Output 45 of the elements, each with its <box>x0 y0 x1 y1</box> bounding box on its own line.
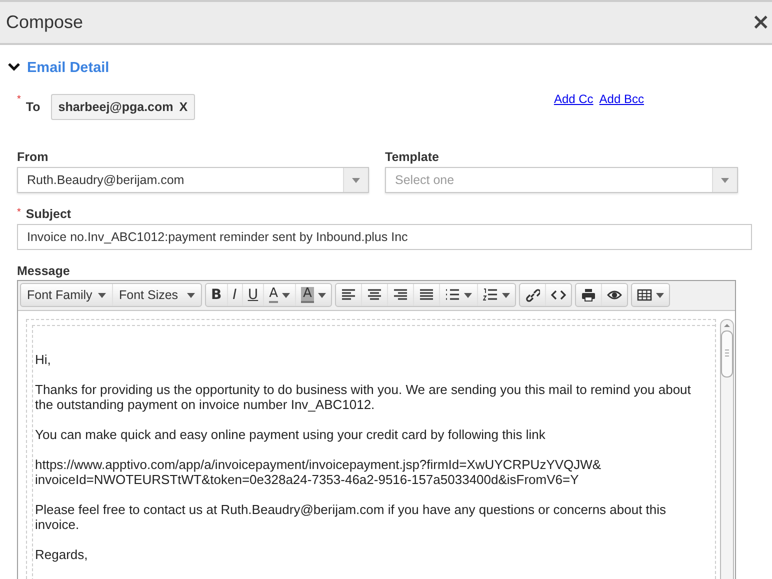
field-label: Template <box>385 150 440 164</box>
recipient-address: sharbeej@pga.com <box>58 100 174 114</box>
eye-icon <box>606 288 622 302</box>
required-marker: * <box>17 94 21 105</box>
underline-button[interactable]: U <box>242 284 264 306</box>
align-right-icon <box>392 288 408 302</box>
subject-field[interactable]: Invoice no.Inv_ABC1012:payment reminder sent by Inbound.plus Inc <box>17 224 752 250</box>
field-label: To <box>26 100 40 114</box>
justify-icon <box>418 288 434 302</box>
section-header[interactable]: Email Detail <box>8 60 772 76</box>
field-label: Message <box>17 264 71 278</box>
message-paragraph: Thanks for providing us the opportunity to do business with you. We are sending you this mail to remind you about the outstanding payment on invoice number Inv_ABC1012. <box>35 382 692 412</box>
message-paragraph: You can make quick and easy online payment using your credit card by following this link <box>35 427 546 442</box>
numbered-list-icon <box>482 288 498 302</box>
italic-button[interactable]: I <box>228 284 243 306</box>
table-icon <box>636 288 652 302</box>
add-recipient-link[interactable]: Add Bcc <box>599 92 644 106</box>
add-recipient-link[interactable]: Add Cc <box>554 92 594 106</box>
message-paragraph: Regards, <box>35 547 89 562</box>
highlight-color-button[interactable]: A <box>296 284 331 306</box>
required-marker: * <box>17 207 21 218</box>
align-center-icon <box>366 288 382 302</box>
caret-icon <box>352 178 360 182</box>
align-left-icon <box>340 288 356 302</box>
font-dropdown[interactable]: Font Sizes <box>113 284 201 306</box>
message-paragraph: https://www.apptivo.com/app/a/invoicepayment/invoicepayment.jsp?firmId=XwUYCRPUzYVQJW& invoiceId=NWOTEURSTtWT&token=0e328a24-7353-46a2-9516-157a5033400d&isFromV6=Y <box>35 457 602 487</box>
bulleted-list-icon <box>444 288 460 302</box>
field-label: From <box>17 150 50 164</box>
text-color-button[interactable]: A <box>264 284 296 306</box>
caret-icon <box>98 292 106 298</box>
field-label: Subject <box>26 207 72 221</box>
close-button[interactable]: × <box>752 10 770 34</box>
font-dropdown[interactable]: Font Family <box>21 284 113 306</box>
message-paragraph: Please feel free to contact us at Ruth.Beaudry@berijam.com if you have any questions or concerns about this invoice. <box>35 502 668 532</box>
link-icon <box>524 288 540 302</box>
remove-button[interactable]: X <box>179 100 188 114</box>
caret-icon <box>721 178 729 182</box>
from-select[interactable]: Ruth.Beaudry@berijam.com <box>17 167 369 193</box>
message-paragraph: Hi, <box>35 352 52 367</box>
printer-icon <box>580 288 596 302</box>
bold-button[interactable]: B <box>206 284 228 306</box>
caret-icon <box>187 292 195 298</box>
dialog-title: Compose <box>6 12 84 33</box>
code-icon <box>550 288 566 302</box>
recipient-chip[interactable]: sharbeej@pga.com X <box>51 94 195 120</box>
